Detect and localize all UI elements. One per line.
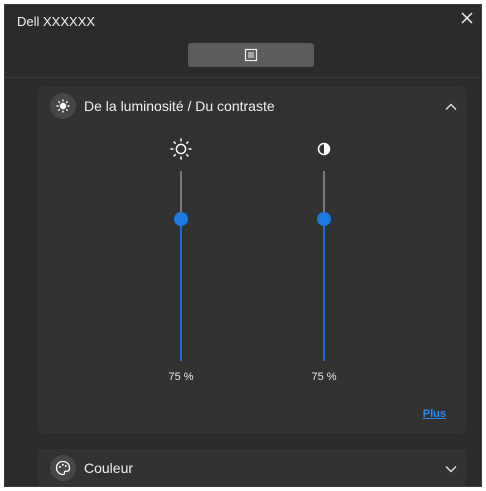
contrast-slider: 75 % <box>294 137 354 387</box>
sun-small-icon <box>56 99 70 113</box>
sun-icon <box>170 138 192 160</box>
contrast-value: 75 % <box>311 371 337 383</box>
close-button[interactable] <box>457 8 477 28</box>
brightness-track[interactable] <box>174 171 188 361</box>
more-link[interactable]: Plus <box>423 408 446 420</box>
chevron-up-icon <box>445 103 457 110</box>
title-bar: Dell XXXXXX <box>5 5 481 39</box>
menu-list-icon <box>244 48 258 62</box>
brightness-fill <box>180 218 182 361</box>
color-panel-icon <box>50 455 76 481</box>
color-panel: Couleur <box>38 449 466 486</box>
close-icon <box>461 12 473 24</box>
color-header[interactable]: Couleur <box>38 449 466 486</box>
brightness-panel-icon <box>50 93 76 119</box>
brightness-contrast-panel: De la luminosité / Du contraste 75 % 75 … <box>38 87 466 433</box>
header-divider <box>5 77 481 78</box>
brightness-contrast-title: De la luminosité / Du contraste <box>84 98 275 114</box>
brightness-contrast-header[interactable]: De la luminosité / Du contraste <box>38 87 466 127</box>
brightness-slider: 75 % <box>151 137 211 387</box>
app-window: Dell XXXXXX De la luminosité / Du contra… <box>4 4 482 487</box>
palette-icon <box>55 460 71 476</box>
color-title: Couleur <box>84 460 134 476</box>
brightness-value: 75 % <box>168 371 194 383</box>
brightness-thumb[interactable] <box>174 211 188 226</box>
contrast-track[interactable] <box>317 171 331 361</box>
chevron-down-icon <box>445 466 457 473</box>
contrast-fill <box>323 218 325 361</box>
app-title: Dell XXXXXX <box>17 14 96 29</box>
contrast-icon <box>317 142 331 156</box>
contrast-thumb[interactable] <box>317 211 331 226</box>
menu-button[interactable] <box>188 43 314 67</box>
